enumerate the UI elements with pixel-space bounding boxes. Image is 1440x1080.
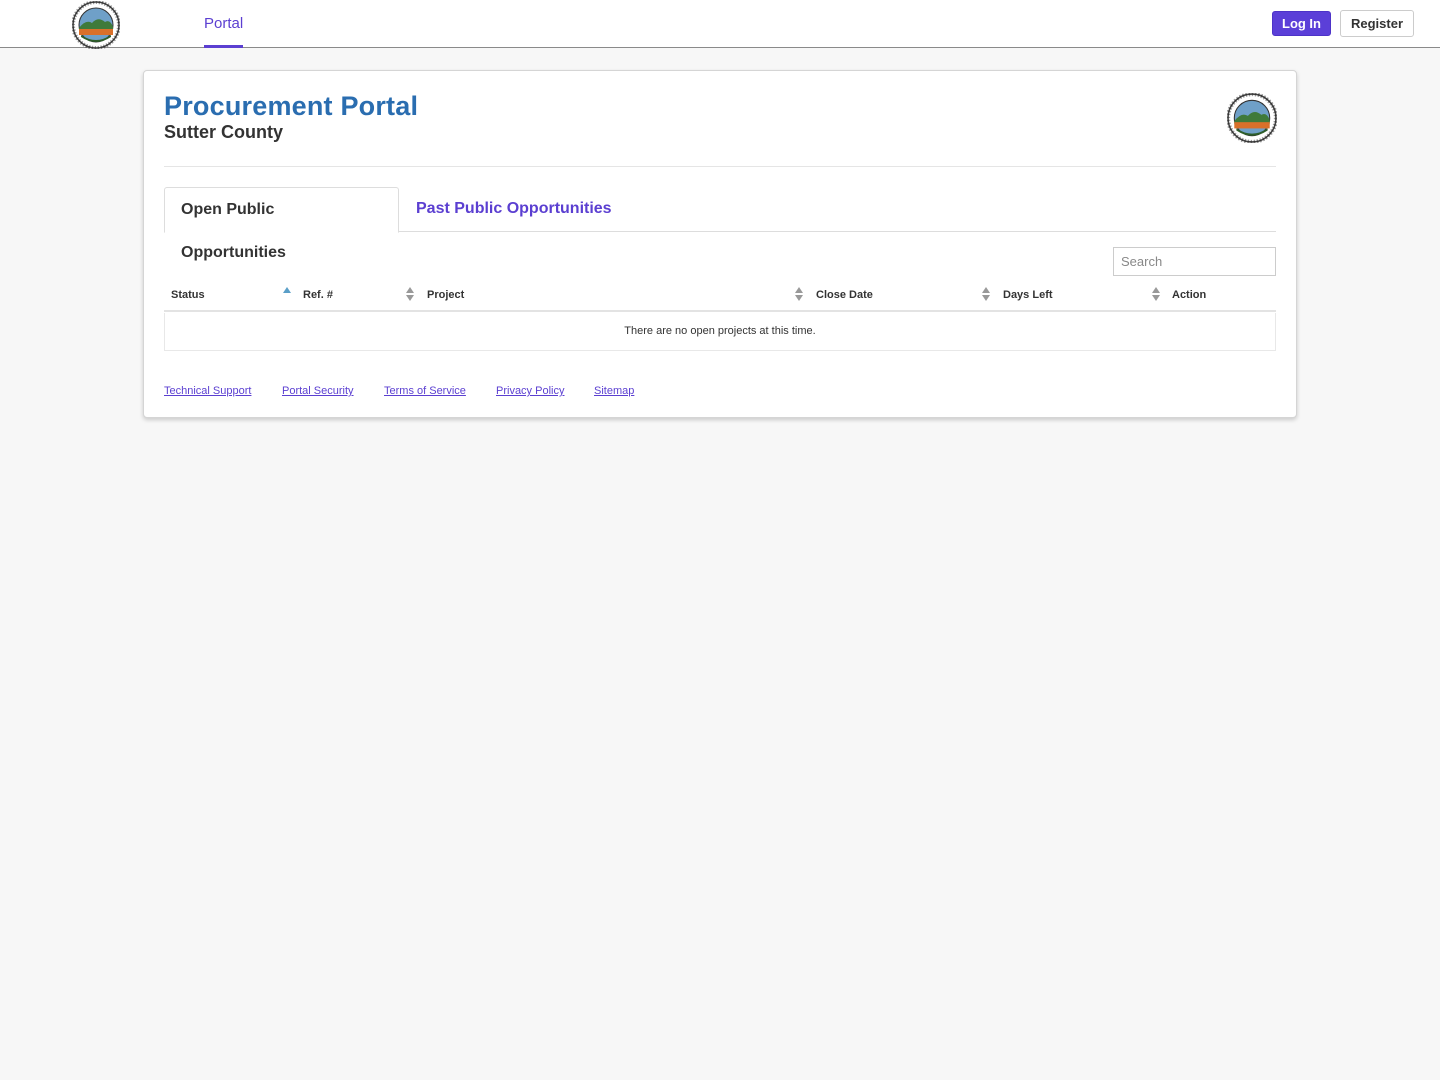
sutter-county-seal-icon[interactable] [72, 1, 120, 49]
page-subtitle: Sutter County [164, 122, 283, 142]
main-card: Procurement Portal Sutter County Open Pu… [143, 70, 1297, 418]
column-header-status[interactable]: Status [171, 283, 205, 312]
page-title: Procurement Portal [164, 91, 419, 121]
login-button[interactable]: Log In [1272, 11, 1331, 36]
table-body: There are no open projects at this time. [164, 313, 1276, 351]
footer-link-privacy-policy[interactable]: Privacy Policy [496, 385, 564, 397]
search-input[interactable] [1113, 247, 1276, 276]
empty-table-message: There are no open projects at this time. [624, 325, 816, 337]
footer-link-technical-support[interactable]: Technical Support [164, 385, 251, 397]
nav-portal-link[interactable]: Portal [204, 0, 244, 48]
footer-link-terms-of-service[interactable]: Terms of Service [384, 385, 466, 397]
column-header-project[interactable]: Project [427, 283, 464, 312]
sort-icon[interactable] [406, 287, 415, 303]
sort-ascending-icon[interactable] [283, 287, 292, 303]
tab-open-public-opportunities[interactable]: Open Public Opportunities [164, 187, 399, 261]
register-button[interactable]: Register [1340, 10, 1414, 37]
column-header-close-date[interactable]: Close Date [816, 283, 873, 312]
tab-past-public-opportunities[interactable]: Past Public Opportunities [400, 187, 628, 232]
footer-link-portal-security[interactable]: Portal Security [282, 385, 354, 397]
sort-icon[interactable] [795, 287, 804, 303]
column-header-days-left[interactable]: Days Left [1003, 283, 1053, 312]
sort-icon[interactable] [982, 287, 991, 303]
header-divider [164, 166, 1276, 167]
sort-icon[interactable] [1152, 287, 1161, 303]
top-navigation-bar: Portal Log In Register [0, 0, 1440, 49]
footer-link-sitemap[interactable]: Sitemap [594, 385, 634, 397]
table-header-row: Status Ref. # Project Close Date Days Le… [164, 283, 1276, 312]
opportunity-tabs: Open Public Opportunities Past Public Op… [164, 187, 1276, 261]
column-header-ref[interactable]: Ref. # [303, 283, 333, 312]
sutter-county-seal-icon [1227, 93, 1277, 143]
column-header-action: Action [1172, 289, 1207, 301]
